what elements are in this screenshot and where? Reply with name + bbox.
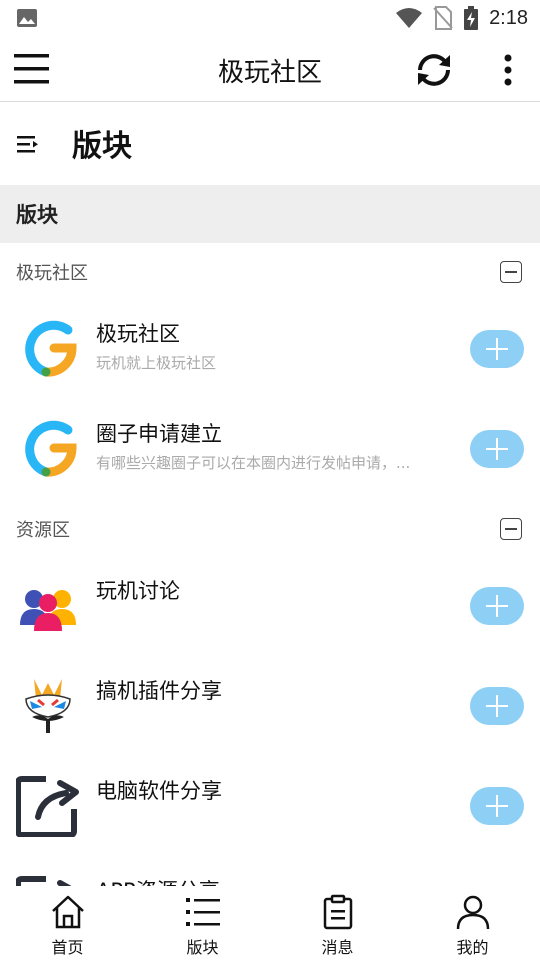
- person-icon: [456, 895, 489, 930]
- add-button[interactable]: [470, 787, 524, 825]
- clipboard-icon: [323, 894, 352, 930]
- forum-row[interactable]: 搞机插件分享: [0, 657, 540, 757]
- add-button[interactable]: [470, 430, 524, 468]
- page-title: 版块: [72, 129, 132, 164]
- forum-desc: 有哪些兴趣圈子可以在本圈内进行发帖申请，...: [96, 454, 411, 472]
- image-notification-icon: [17, 9, 37, 27]
- nav-home[interactable]: 首页: [0, 886, 135, 960]
- no-sim-icon: [433, 6, 453, 30]
- home-icon: [51, 895, 84, 929]
- nav-label: 消息: [321, 938, 354, 957]
- opera-mask-icon: [25, 679, 71, 733]
- category-title: 资源区: [16, 520, 70, 541]
- list-icon: [185, 898, 220, 926]
- category-header[interactable]: 资源区: [0, 500, 540, 556]
- group-bar: 版块: [0, 185, 540, 243]
- sort-list-icon[interactable]: [16, 133, 40, 155]
- collapse-icon[interactable]: [500, 261, 522, 283]
- group-bar-title: 版块: [16, 203, 58, 227]
- nav-messages[interactable]: 消息: [270, 886, 405, 960]
- share-arrow-icon: [16, 776, 79, 837]
- battery-charging-icon: [464, 6, 479, 30]
- more-options-icon[interactable]: [496, 50, 520, 90]
- g-logo-icon: [25, 420, 77, 477]
- forum-name: 玩机讨论: [96, 579, 180, 603]
- nav-label: 我的: [456, 938, 489, 957]
- forum-name: 圈子申请建立: [96, 422, 222, 446]
- people-group-icon: [20, 590, 76, 631]
- nav-label: 首页: [51, 938, 84, 957]
- forum-name: 极玩社区: [96, 322, 180, 346]
- bottom-nav: 首页 版块 消息 我的: [0, 886, 540, 960]
- forum-name: 电脑软件分享: [96, 779, 222, 803]
- forum-row[interactable]: 极玩社区 玩机就上极玩社区: [0, 300, 540, 400]
- app-title: 极玩社区: [217, 58, 322, 88]
- add-button[interactable]: [470, 687, 524, 725]
- forum-name: 搞机插件分享: [96, 679, 222, 703]
- nav-profile[interactable]: 我的: [405, 886, 540, 960]
- app-bar: 极玩社区: [0, 36, 540, 102]
- refresh-icon[interactable]: [412, 50, 456, 90]
- section-header: 版块: [0, 103, 540, 185]
- category-title: 极玩社区: [16, 263, 88, 284]
- collapse-icon[interactable]: [500, 518, 522, 540]
- forum-row[interactable]: 玩机讨论: [0, 557, 540, 657]
- forum-row[interactable]: 电脑软件分享: [0, 757, 540, 857]
- status-bar: 2:18: [0, 0, 540, 36]
- forum-row[interactable]: 圈子申请建立 有哪些兴趣圈子可以在本圈内进行发帖申请，...: [0, 400, 540, 500]
- category-header[interactable]: 极玩社区: [0, 243, 540, 299]
- add-button[interactable]: [470, 587, 524, 625]
- nav-forums[interactable]: 版块: [135, 886, 270, 960]
- nav-label: 版块: [186, 938, 219, 957]
- add-button[interactable]: [470, 330, 524, 368]
- status-time: 2:18: [489, 6, 528, 29]
- forum-desc: 玩机就上极玩社区: [96, 354, 217, 372]
- wifi-icon: [396, 8, 423, 28]
- g-logo-icon: [25, 320, 77, 377]
